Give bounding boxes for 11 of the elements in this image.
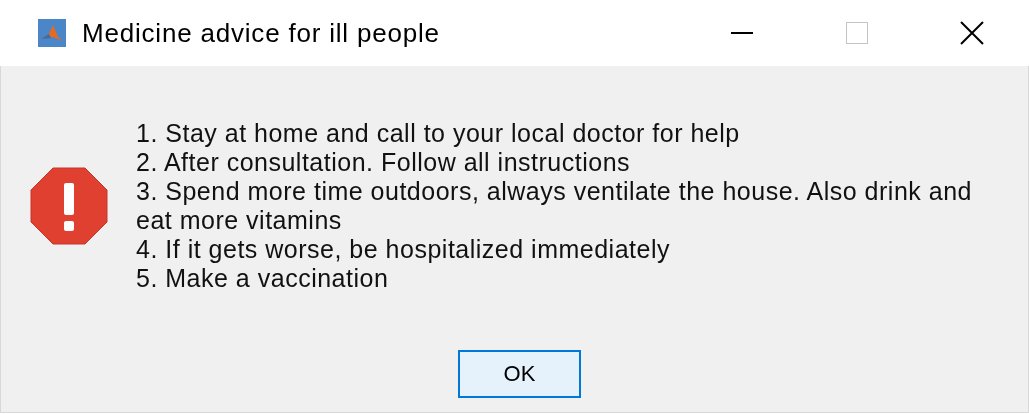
message-line: 3. Spend more time outdoors, always ventilate the house. Also drink and eat more vitamins [136, 177, 973, 235]
minimize-icon[interactable] [730, 32, 753, 34]
ok-button[interactable]: OK [458, 350, 581, 398]
message-line: 1. Stay at home and call to your local doctor for help [136, 119, 741, 148]
message-line: 5. Make a vaccination [136, 264, 390, 293]
message-line: 4. If it gets worse, be hospitalized immediately [136, 235, 671, 264]
close-icon[interactable] [959, 21, 984, 45]
app-icon [38, 19, 66, 47]
message-line: 2. After consultation. Follow all instructions [136, 148, 632, 177]
error-icon [29, 167, 108, 245]
window-title: Medicine advice for ill people [82, 17, 441, 49]
